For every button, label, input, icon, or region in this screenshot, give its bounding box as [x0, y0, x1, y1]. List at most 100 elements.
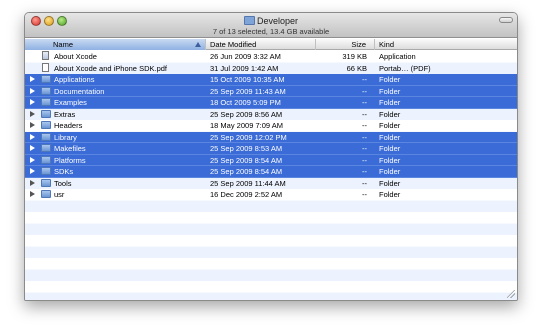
folder-icon-glyph: [41, 86, 51, 95]
triangle-right-icon: [30, 191, 35, 197]
disclosure-triangle-icon[interactable]: [30, 155, 38, 166]
table-row[interactable]: Platforms 25 Sep 2009 8:54 AM -- Folder: [25, 154, 517, 166]
title-bar[interactable]: Developer 7 of 13 selected, 13.4 GB avai…: [25, 13, 517, 38]
folder-icon: [41, 74, 51, 85]
file-kind: Folder: [379, 178, 401, 188]
date-modified: 15 Oct 2009 10:35 AM: [210, 75, 285, 84]
date-modified: 25 Sep 2009 11:44 AM: [210, 178, 286, 188]
table-row[interactable]: Library 25 Sep 2009 12:02 PM -- Folder: [25, 131, 517, 143]
triangle-right-icon: [30, 122, 35, 128]
file-size: --: [362, 109, 367, 119]
folder-icon: [41, 189, 51, 201]
folder-icon: [41, 86, 51, 97]
table-row[interactable]: Applications 15 Oct 2009 10:35 AM -- Folder: [25, 74, 517, 86]
triangle-right-icon: [30, 76, 35, 82]
file-size: --: [362, 167, 367, 176]
column-header-kind[interactable]: Kind: [375, 39, 517, 50]
file-kind: Folder: [379, 132, 401, 142]
file-name: Documentation: [54, 86, 105, 96]
file-name: Platforms: [54, 155, 86, 165]
file-name: Tools: [54, 178, 72, 188]
disclosure-triangle-icon[interactable]: [30, 74, 38, 85]
triangle-right-icon: [30, 156, 35, 163]
file-size: --: [362, 121, 367, 130]
disclosure-triangle-icon[interactable]: [30, 143, 38, 154]
column-header-size[interactable]: Size: [316, 39, 375, 50]
table-row[interactable]: usr 16 Dec 2009 2:52 AM -- Folder: [25, 189, 517, 201]
disclosure-triangle-icon[interactable]: [30, 189, 38, 201]
folder-icon-glyph: [41, 155, 51, 164]
file-name: About Xcode: [54, 52, 97, 61]
sort-ascending-icon: [195, 42, 201, 47]
table-row[interactable]: SDKs 25 Sep 2009 8:54 AM -- Folder: [25, 166, 517, 178]
resize-grip-icon[interactable]: [507, 290, 515, 298]
file-kind: Folder: [379, 109, 401, 119]
folder-icon: [41, 143, 51, 154]
date-modified: 25 Sep 2009 8:53 AM: [210, 144, 283, 153]
disclosure-triangle-icon[interactable]: [30, 109, 38, 121]
folder-icon: [41, 109, 51, 121]
folder-icon-glyph: [41, 121, 51, 129]
triangle-right-icon: [30, 179, 35, 186]
date-modified: 25 Sep 2009 11:43 AM: [210, 86, 286, 96]
file-size: 66 KB: [346, 63, 367, 73]
app-icon-glyph: [42, 51, 49, 60]
table-row[interactable]: Tools 25 Sep 2009 11:44 AM -- Folder: [25, 178, 517, 190]
triangle-right-icon: [30, 99, 35, 105]
file-kind: Folder: [379, 121, 401, 130]
folder-icon-glyph: [41, 109, 51, 118]
folder-icon-glyph: [41, 167, 51, 175]
triangle-right-icon: [30, 168, 35, 174]
column-header-name-label: Name: [53, 40, 74, 49]
disclosure-triangle-icon[interactable]: [30, 178, 38, 190]
file-name: Headers: [54, 121, 83, 130]
date-modified: 26 Jun 2009 3:32 AM: [210, 52, 281, 61]
disclosure-triangle-icon[interactable]: [30, 120, 38, 132]
file-name: SDKs: [54, 167, 74, 176]
pdf-icon-glyph: [42, 62, 49, 72]
window-title-text: Developer: [256, 16, 299, 26]
date-modified: 18 May 2009 7:09 AM: [210, 121, 283, 130]
folder-icon: [243, 16, 255, 25]
triangle-right-icon: [30, 110, 35, 117]
column-header-name[interactable]: Name: [25, 39, 206, 50]
table-row[interactable]: Examples 18 Oct 2009 5:09 PM -- Folder: [25, 97, 517, 109]
column-header-date[interactable]: Date Modified: [206, 39, 316, 50]
file-name: Examples: [54, 98, 87, 107]
file-name: About Xcode and iPhone SDK.pdf: [54, 63, 167, 73]
folder-icon-glyph: [41, 132, 51, 141]
file-kind: Folder: [379, 75, 401, 84]
table-row[interactable]: Headers 18 May 2009 7:09 AM -- Folder: [25, 120, 517, 132]
file-size: --: [362, 178, 367, 188]
file-name: Extras: [54, 109, 76, 119]
table-row[interactable]: Documentation 25 Sep 2009 11:43 AM -- Folde…: [25, 85, 517, 97]
table-row[interactable]: Extras 25 Sep 2009 8:56 AM -- Folder: [25, 109, 517, 121]
table-row[interactable]: About Xcode and iPhone SDK.pdf 31 Jul 200…: [25, 62, 517, 75]
file-size: --: [362, 98, 367, 107]
pdf-icon: [41, 62, 51, 75]
file-size: --: [362, 132, 367, 142]
toolbar-toggle-button[interactable]: [499, 17, 513, 23]
table-row[interactable]: Makefiles 25 Sep 2009 8:53 AM -- Folder: [25, 143, 517, 155]
file-kind: Folder: [379, 167, 401, 176]
status-text: 7 of 13 selected, 13.4 GB available: [212, 27, 330, 36]
disclosure-triangle-icon[interactable]: [30, 86, 38, 97]
triangle-right-icon: [30, 145, 35, 151]
triangle-right-icon: [30, 87, 35, 94]
file-size: --: [362, 86, 367, 96]
finder-window: Developer 7 of 13 selected, 13.4 GB avai…: [24, 12, 518, 301]
disclosure-triangle-icon[interactable]: [30, 132, 38, 143]
date-modified: 25 Sep 2009 8:56 AM: [210, 109, 283, 119]
file-name: Applications: [54, 75, 95, 84]
table-row[interactable]: About Xcode 26 Jun 2009 3:32 AM 319 KB Appl…: [25, 51, 517, 63]
date-modified: 25 Sep 2009 12:02 PM: [210, 132, 287, 142]
window-title: Developer: [25, 15, 517, 27]
file-kind: Folder: [379, 155, 401, 165]
file-name: Makefiles: [54, 144, 86, 153]
disclosure-triangle-icon[interactable]: [30, 97, 38, 108]
triangle-right-icon: [30, 133, 35, 140]
file-kind: Application: [379, 52, 416, 61]
disclosure-triangle-icon[interactable]: [30, 166, 38, 177]
folder-icon: [41, 132, 51, 143]
